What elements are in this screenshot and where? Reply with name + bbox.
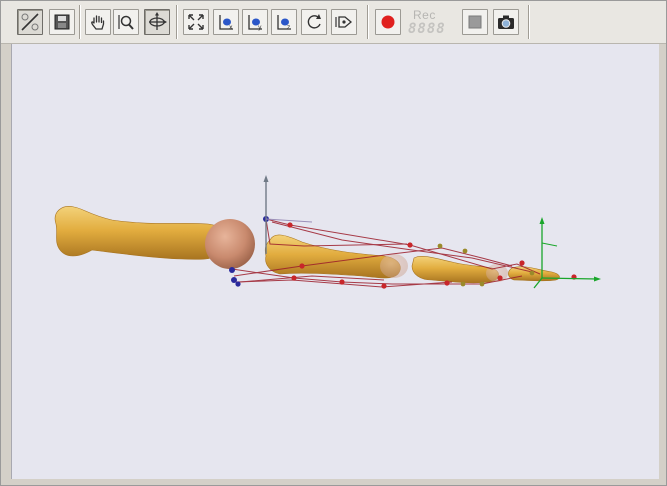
toolbar-separator (367, 5, 368, 39)
finger-model-scene[interactable] (12, 44, 659, 479)
axis-view-icon: y (248, 15, 262, 31)
mcp-joint (205, 219, 255, 269)
speed-button[interactable] (331, 9, 357, 35)
rotate-button[interactable] (144, 9, 170, 35)
speed-arrow-icon (335, 16, 353, 28)
toolbar-separator (79, 5, 80, 39)
rotate-axes-icon (149, 12, 167, 30)
view-z-button[interactable]: z (271, 9, 297, 35)
svg-text:z: z (287, 24, 290, 31)
toolbar: x y z Rec 8888 (1, 1, 666, 44)
3d-viewport[interactable] (11, 44, 659, 479)
axis-view-icon: z (277, 15, 291, 31)
save-button[interactable] (49, 9, 75, 35)
on-off-toggle-button[interactable] (17, 9, 43, 35)
pip-joint-ghost (380, 254, 408, 278)
middle-phalanx-bone (411, 256, 499, 284)
fit-view-button[interactable] (183, 9, 209, 35)
floppy-icon (54, 14, 70, 30)
proximal-phalanx-bone (264, 234, 401, 279)
toolbar-separator (528, 5, 529, 39)
view-x-button[interactable]: x (213, 9, 239, 35)
on-off-icon (21, 13, 39, 31)
toolbar-separator (176, 5, 177, 39)
svg-text:x: x (229, 24, 233, 31)
hand-icon (91, 15, 105, 30)
stop-icon (468, 15, 482, 29)
camera-icon (498, 15, 514, 29)
zoom-button[interactable] (113, 9, 139, 35)
record-label: Rec (413, 8, 436, 22)
pan-button[interactable] (85, 9, 111, 35)
rotate-reset-icon (307, 14, 321, 29)
app-window: x y z Rec 8888 (0, 0, 667, 486)
svg-text:y: y (258, 24, 262, 31)
magnifier-icon (118, 15, 134, 30)
record-button[interactable] (375, 9, 401, 35)
stop-button[interactable] (462, 9, 488, 35)
fit-arrows-icon (188, 14, 204, 30)
record-icon (381, 15, 395, 29)
metacarpal-bone (54, 206, 227, 260)
reset-rotation-button[interactable] (301, 9, 327, 35)
camera-button[interactable] (493, 9, 519, 35)
view-y-button[interactable]: y (242, 9, 268, 35)
axis-view-icon: x (219, 15, 233, 31)
record-counter: 8888 (408, 21, 446, 37)
